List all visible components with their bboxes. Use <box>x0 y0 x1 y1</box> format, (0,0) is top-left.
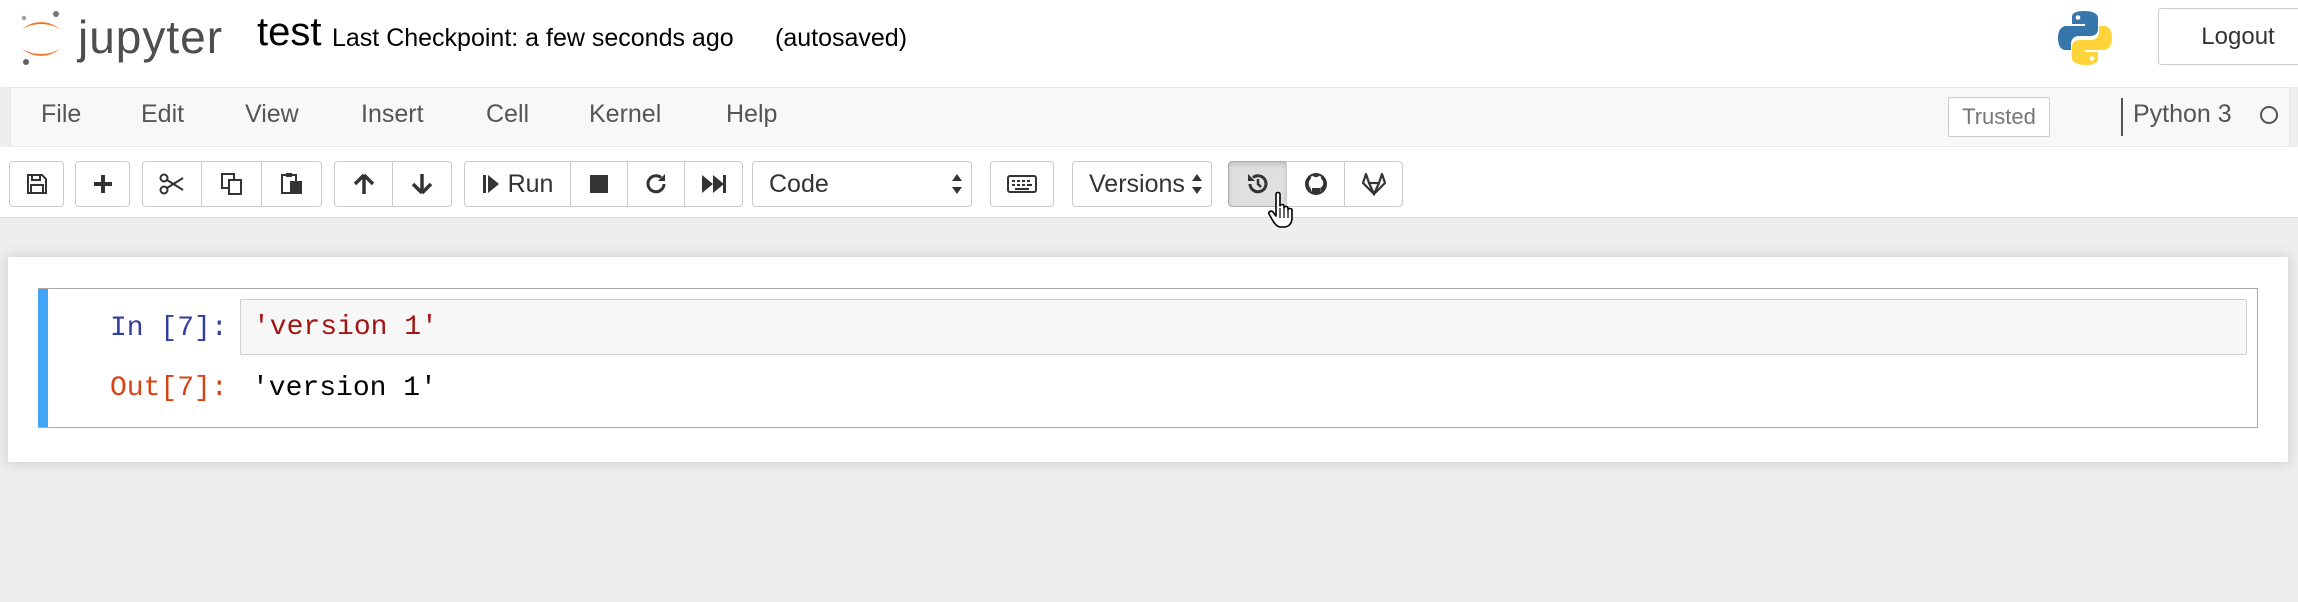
interrupt-button[interactable] <box>570 161 628 207</box>
menu-file[interactable]: File <box>41 100 81 129</box>
kernel-separator <box>2121 98 2123 136</box>
copy-icon <box>220 173 242 195</box>
input-prompt: In [7]: <box>110 313 228 344</box>
arrow-down-icon <box>411 174 433 195</box>
kernel-name: Python 3 <box>2133 100 2232 128</box>
menubar: File Edit View Insert Cell Kernel Help T… <box>10 87 2290 147</box>
checkpoint-status: Last Checkpoint: a few seconds ago <box>332 24 734 52</box>
move-up-button[interactable] <box>334 161 393 207</box>
versions-select[interactable]: Versions <box>1072 161 1212 207</box>
refresh-icon <box>646 174 666 194</box>
kernel-idle-indicator <box>2260 106 2278 124</box>
cell-type-value: Code <box>769 170 829 198</box>
fast-forward-icon <box>701 175 726 193</box>
keyboard-icon <box>1007 175 1037 193</box>
menu-help[interactable]: Help <box>726 100 777 129</box>
cell-type-select[interactable]: Code <box>752 161 972 207</box>
output-prompt: Out[7]: <box>110 373 228 404</box>
history-icon <box>1247 174 1267 194</box>
selected-cell-indicator <box>38 289 48 427</box>
run-label: Run <box>507 169 554 198</box>
menu-edit[interactable]: Edit <box>141 100 184 129</box>
plus-icon <box>93 175 112 193</box>
code-editor[interactable]: 'version 1' <box>240 299 2247 355</box>
select-arrows-icon <box>1192 174 1202 194</box>
menu-view[interactable]: View <box>245 100 299 129</box>
cut-button[interactable] <box>142 161 202 207</box>
notebook-name[interactable]: test <box>257 10 321 55</box>
paste-button[interactable] <box>261 161 322 207</box>
logo-text: jupyter <box>78 11 224 63</box>
menu-cell[interactable]: Cell <box>486 100 529 129</box>
jupyter-logo-icon <box>21 11 60 65</box>
scissors-icon <box>159 173 184 195</box>
hand-cursor-icon <box>1268 191 1293 228</box>
step-forward-icon <box>482 175 499 193</box>
header: jupyter test Last Checkpoint: a few seco… <box>0 0 2298 87</box>
trusted-badge[interactable]: Trusted <box>1948 97 2050 137</box>
toolbar: Run Code Versions <box>0 147 2298 218</box>
autosave-status: (autosaved) <box>775 24 908 52</box>
save-button[interactable] <box>9 161 64 207</box>
restart-button[interactable] <box>627 161 685 207</box>
stop-icon <box>590 175 608 193</box>
code-source: 'version 1' <box>253 312 438 343</box>
gitlab-button[interactable] <box>1344 161 1403 207</box>
notebook-container: In [7]: 'version 1' Out[7]: 'version 1' <box>8 257 2288 462</box>
logout-button[interactable]: Logout <box>2158 8 2298 65</box>
insert-cell-button[interactable] <box>75 161 130 207</box>
move-down-button[interactable] <box>392 161 452 207</box>
versions-value: Versions <box>1089 170 1185 198</box>
gitlab-icon <box>1361 172 1386 196</box>
paste-icon <box>280 173 302 194</box>
github-icon <box>1304 173 1327 195</box>
copy-button[interactable] <box>201 161 262 207</box>
menu-insert[interactable]: Insert <box>361 100 424 129</box>
save-icon <box>26 174 47 194</box>
select-arrows-icon <box>952 174 962 194</box>
command-palette-button[interactable] <box>990 161 1054 207</box>
restart-run-all-button[interactable] <box>684 161 743 207</box>
menu-kernel[interactable]: Kernel <box>589 100 661 129</box>
run-button[interactable]: Run <box>464 161 571 207</box>
python-logo-icon <box>2058 11 2112 65</box>
arrow-up-icon <box>353 173 374 194</box>
code-cell[interactable]: In [7]: 'version 1' Out[7]: 'version 1' <box>38 288 2258 428</box>
jupyter-logo[interactable]: jupyter <box>16 8 226 68</box>
cell-output: 'version 1' <box>252 373 437 404</box>
